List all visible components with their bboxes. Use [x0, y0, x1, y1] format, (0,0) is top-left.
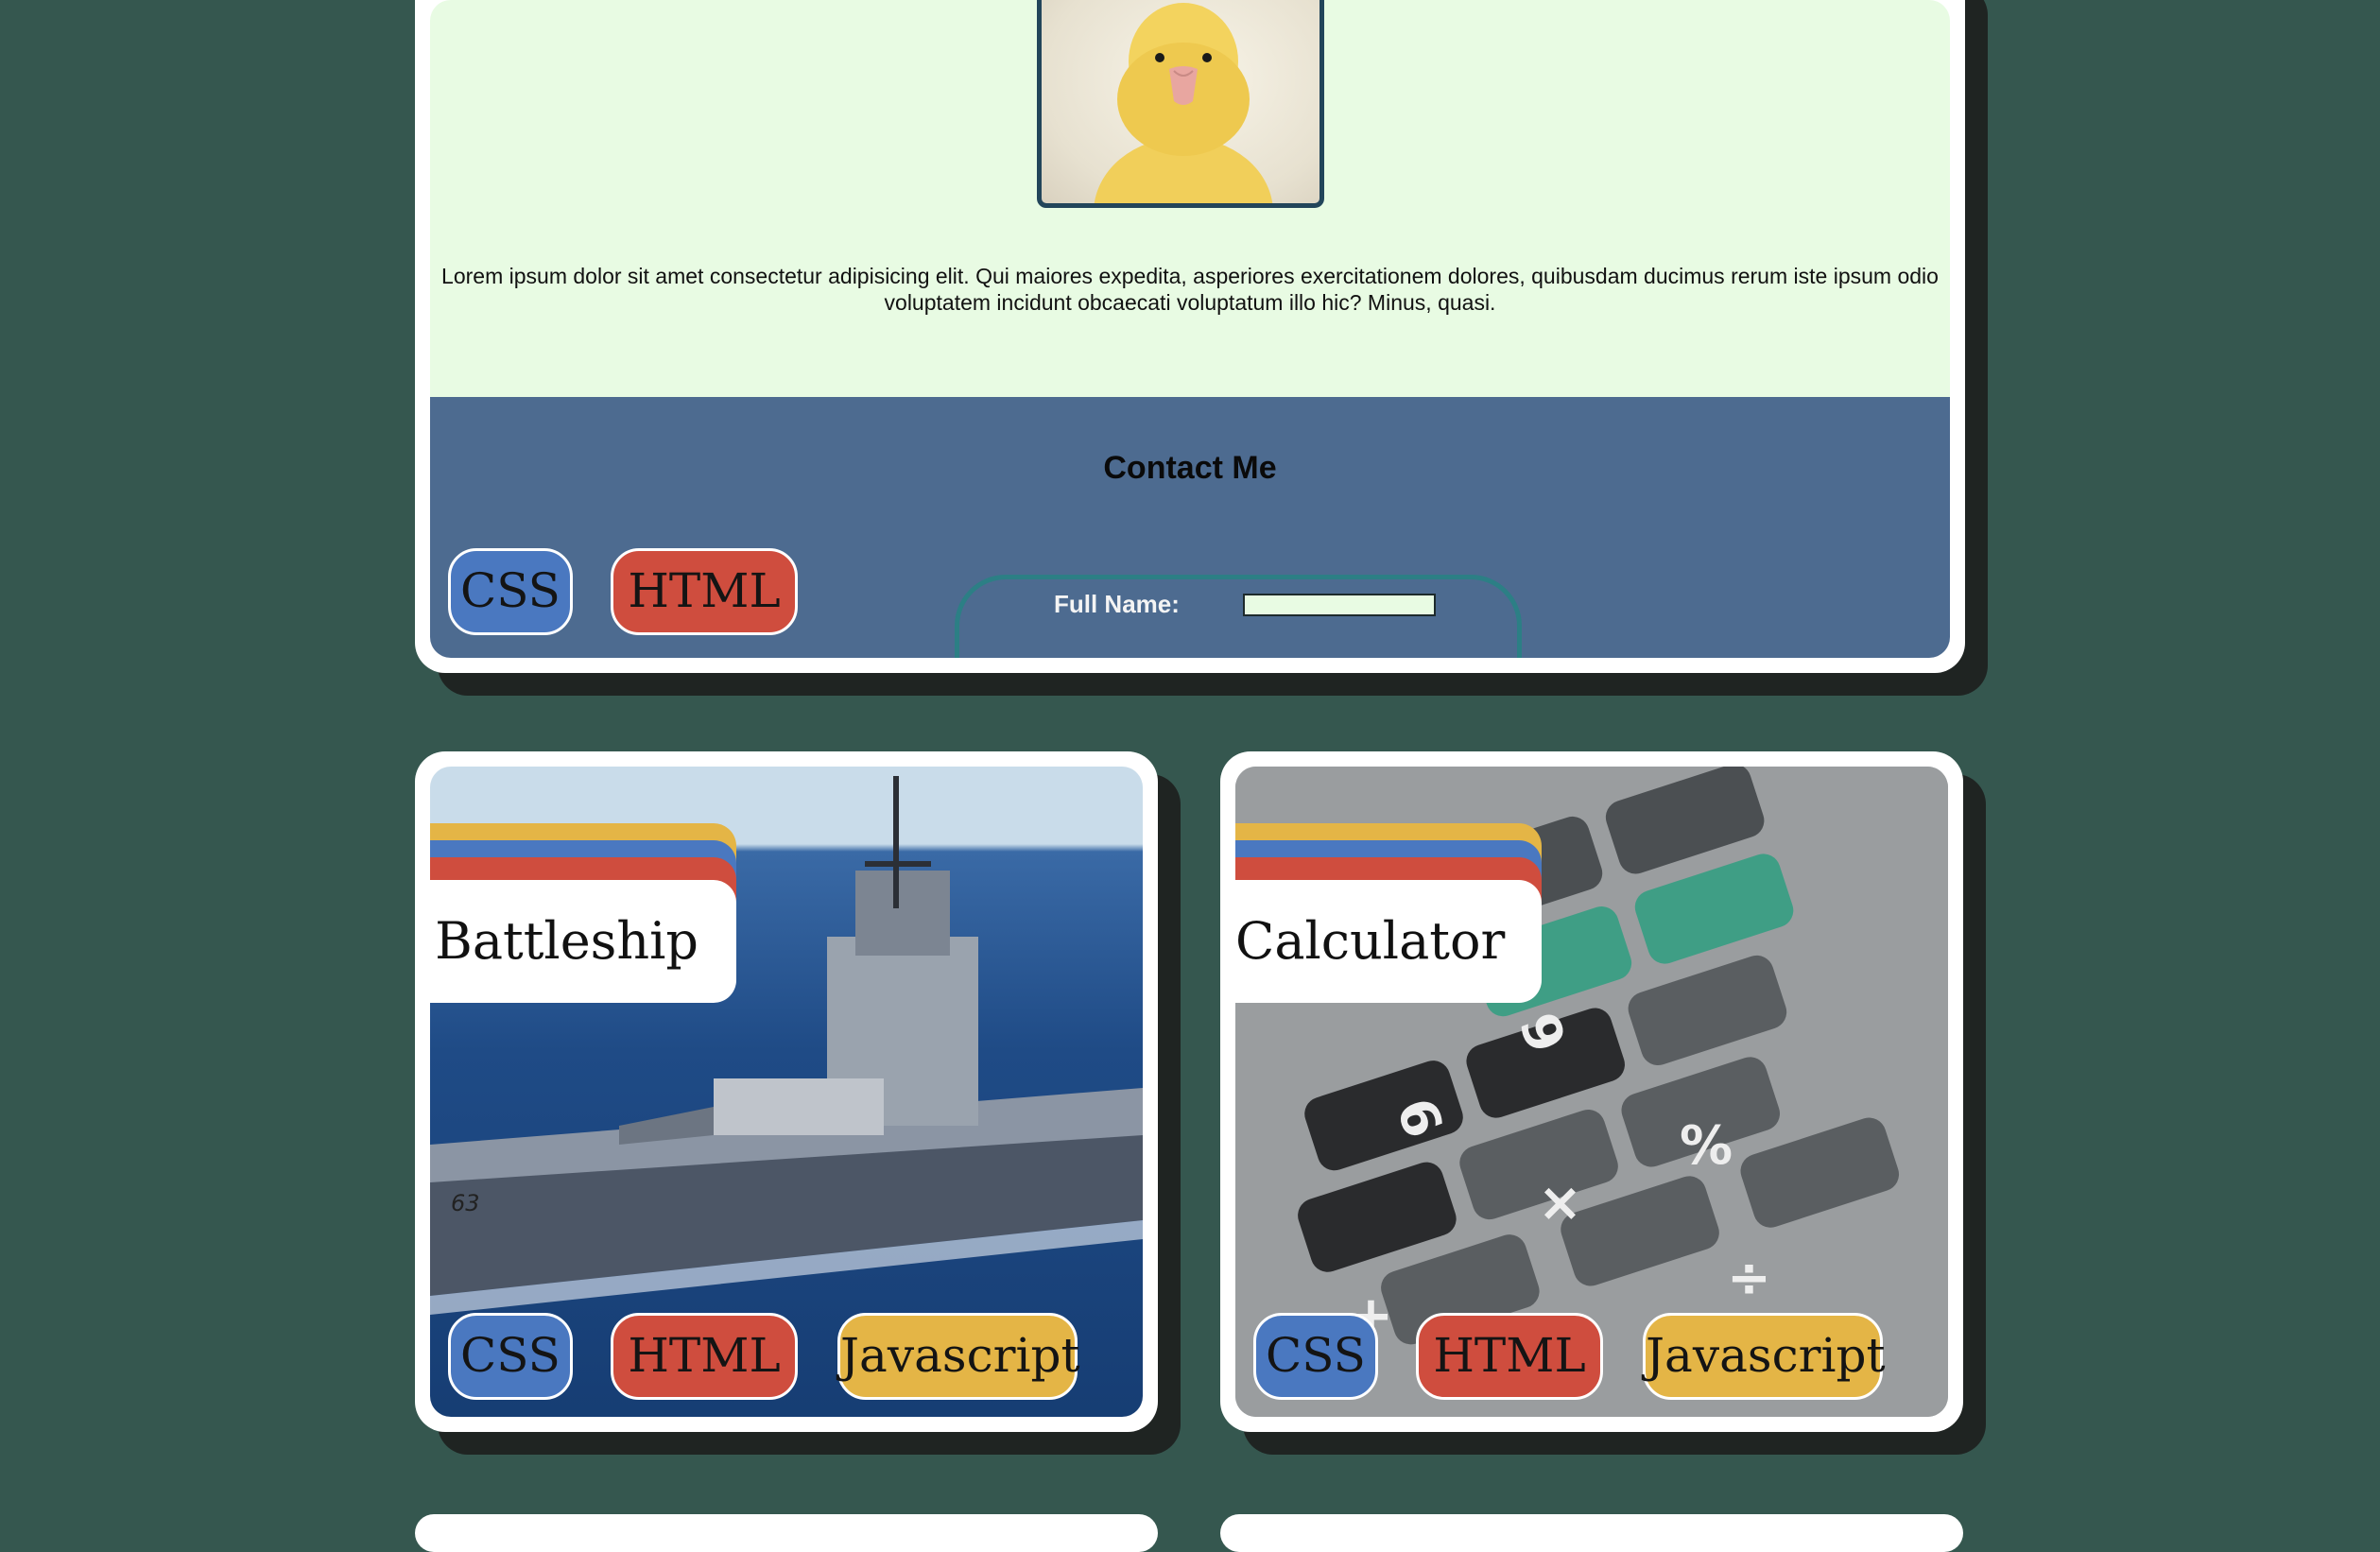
contact-section: Contact Me Full Name: CSS HTML — [430, 397, 1950, 658]
preview-about-section: Lorem ipsum dolor sit amet consectetur a… — [430, 0, 1950, 397]
tag-css: CSS — [1253, 1313, 1378, 1400]
tag-css: CSS — [448, 1313, 573, 1400]
website-preview-card[interactable]: Lorem ipsum dolor sit amet consectetur a… — [415, 0, 1965, 673]
project-card-calculator[interactable]: 6 9 × % + ÷ Calculator CSS HTML Javascri… — [1220, 751, 1963, 1432]
svg-text:%: % — [1680, 1115, 1733, 1177]
duckling-photo — [1037, 0, 1324, 208]
tag-html: HTML — [611, 548, 798, 635]
svg-text:÷: ÷ — [1727, 1248, 1771, 1309]
calculator-image-area: 6 9 × % + ÷ Calculator CSS HTML Javascri… — [1235, 767, 1948, 1417]
svg-text:63: 63 — [451, 1190, 480, 1216]
battleship-image-area: 63 Battleship CSS HTML Javascript — [430, 767, 1143, 1417]
project-card-next-left[interactable] — [415, 1514, 1158, 1552]
about-paragraph: Lorem ipsum dolor sit amet consectetur a… — [441, 264, 1939, 315]
full-name-input[interactable] — [1243, 594, 1436, 616]
tag-javascript: Javascript — [837, 1313, 1080, 1400]
svg-text:×: × — [1538, 1172, 1582, 1233]
contact-heading: Contact Me — [1103, 450, 1277, 486]
tag-css: CSS — [448, 548, 573, 635]
duckling-image — [1094, 3, 1273, 203]
tag-html: HTML — [611, 1313, 798, 1400]
project-title-calculator: Calculator — [1235, 880, 1542, 1003]
tag-html: HTML — [1416, 1313, 1603, 1400]
project-title-battleship: Battleship — [430, 880, 736, 1003]
website-preview: Lorem ipsum dolor sit amet consectetur a… — [430, 0, 1950, 658]
contact-form-frame — [955, 575, 1522, 658]
full-name-label: Full Name: — [1054, 590, 1180, 618]
tag-javascript: Javascript — [1643, 1313, 1886, 1400]
project-card-battleship[interactable]: 63 Battleship CSS HTML Javascript — [415, 751, 1158, 1432]
project-card-next-right[interactable] — [1220, 1514, 1963, 1552]
